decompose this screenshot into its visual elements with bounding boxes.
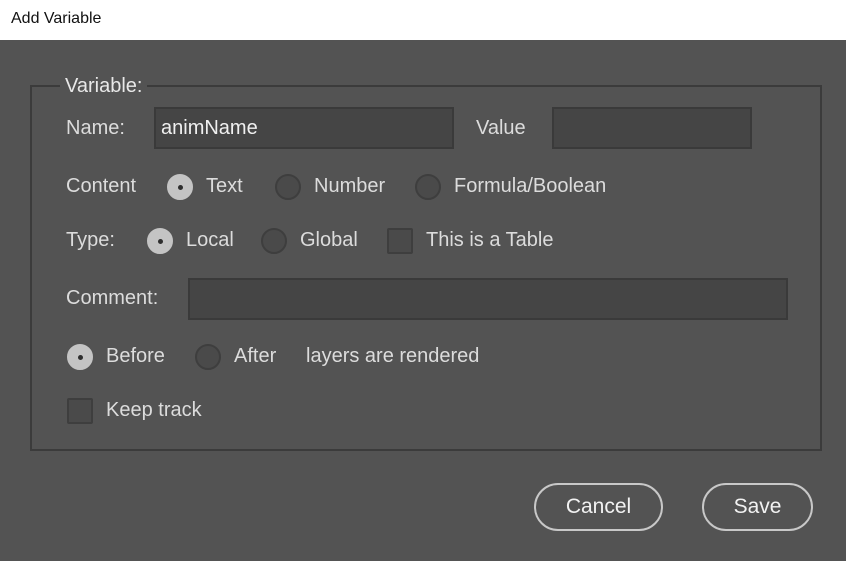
value-input[interactable] — [552, 107, 752, 149]
type-local-radio[interactable] — [147, 228, 173, 254]
value-label: Value — [476, 117, 526, 139]
content-formula-radio[interactable] — [415, 174, 441, 200]
save-button[interactable]: Save — [702, 483, 813, 531]
render-order-suffix: layers are rendered — [306, 345, 480, 367]
variable-group-legend: Variable: — [60, 75, 148, 98]
keep-track-checkbox[interactable] — [67, 398, 93, 424]
add-variable-dialog: Variable: Name: Value Content Text Numbe… — [0, 40, 846, 561]
type-label: Type: — [66, 229, 115, 251]
comment-input[interactable] — [188, 278, 788, 320]
keep-track-label[interactable]: Keep track — [106, 399, 202, 422]
content-number-label[interactable]: Number — [314, 175, 385, 198]
window-title: Add Variable — [11, 10, 102, 27]
content-number-radio[interactable] — [275, 174, 301, 200]
table-checkbox-label[interactable]: This is a Table — [426, 229, 553, 252]
type-local-label[interactable]: Local — [186, 229, 234, 252]
type-global-radio[interactable] — [261, 228, 287, 254]
type-global-label[interactable]: Global — [300, 229, 358, 252]
render-before-label[interactable]: Before — [106, 345, 165, 368]
table-checkbox[interactable] — [387, 228, 413, 254]
render-before-radio[interactable] — [67, 344, 93, 370]
cancel-button[interactable]: Cancel — [534, 483, 663, 531]
name-label: Name: — [66, 117, 125, 139]
render-after-radio[interactable] — [195, 344, 221, 370]
comment-label: Comment: — [66, 287, 159, 309]
content-label: Content — [66, 175, 137, 197]
name-input[interactable] — [154, 107, 454, 149]
render-after-label[interactable]: After — [234, 345, 276, 368]
content-formula-label[interactable]: Formula/Boolean — [454, 175, 606, 198]
content-text-radio[interactable] — [167, 174, 193, 200]
content-text-label[interactable]: Text — [206, 175, 243, 198]
title-bar: Add Variable — [0, 0, 846, 40]
